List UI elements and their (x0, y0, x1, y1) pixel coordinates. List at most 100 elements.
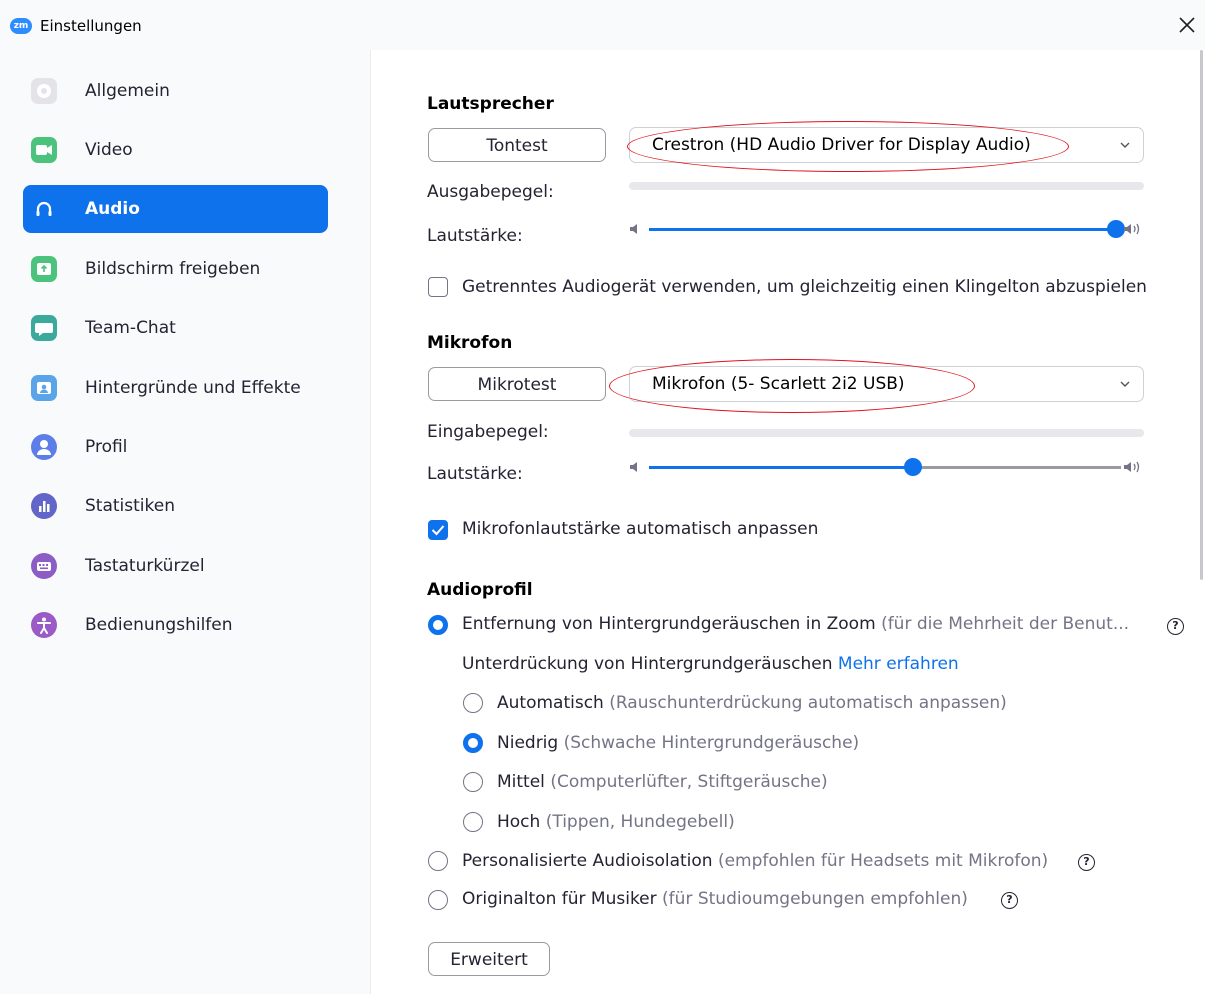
original-sound-radio[interactable] (428, 890, 448, 910)
separate-device-label: Getrenntes Audiogerät verwenden, um glei… (462, 277, 1147, 297)
level-hoch-option: Hoch (Tippen, Hundegebell) (497, 812, 735, 832)
option-label: Automatisch (497, 693, 604, 713)
option-label: Hoch (497, 812, 541, 832)
sidebar-item-tastaturkuerzel[interactable]: Tastaturkürzel (23, 542, 328, 590)
output-level-label: Ausgabepegel: (427, 182, 554, 202)
output-level-meter (629, 182, 1144, 190)
sidebar-item-label: Allgemein (85, 81, 170, 101)
advanced-button[interactable]: Erweitert (428, 942, 550, 976)
video-camera-icon (31, 137, 57, 163)
learn-more-link[interactable]: Mehr erfahren (838, 654, 959, 674)
sidebar-item-bedienungshilfen[interactable]: Bedienungshilfen (23, 601, 328, 649)
suppression-text: Unterdrückung von Hintergrundgeräuschen (462, 654, 833, 674)
auto-adjust-checkbox[interactable] (428, 520, 448, 540)
auto-adjust-label: Mikrofonlautstärke automatisch anpassen (462, 519, 819, 539)
option-label: Mittel (497, 772, 545, 792)
input-level-label: Eingabepegel: (427, 422, 549, 442)
level-mittel-option: Mittel (Computerlüfter, Stiftgeräusche) (497, 772, 828, 792)
title-bar: zm Einstellungen (0, 0, 1205, 50)
sidebar-item-label: Bedienungshilfen (85, 615, 233, 635)
level-automatisch-option: Automatisch (Rauschunterdrückung automat… (497, 693, 1007, 713)
sidebar-item-video[interactable]: Video (23, 126, 328, 174)
chat-bubble-icon (31, 315, 57, 341)
volume-low-icon (630, 224, 637, 234)
option-label: Originalton für Musiker (462, 889, 657, 909)
sidebar: Allgemein Video Audio Bildschirm freigeb… (0, 50, 371, 994)
option-hint: (Tippen, Hundegebell) (545, 812, 735, 832)
zoom-noise-removal-radio[interactable] (428, 615, 448, 635)
microphone-section-title: Mikrofon (427, 333, 513, 353)
speaker-volume-label: Lautstärke: (427, 226, 523, 246)
option-hint: (für Studioumgebungen empfohlen) (662, 889, 968, 909)
sidebar-item-label: Audio (85, 199, 140, 219)
sidebar-item-allgemein[interactable]: Allgemein (23, 67, 328, 115)
help-icon[interactable]: ? (1167, 618, 1184, 635)
microphone-volume-label: Lautstärke: (427, 464, 523, 484)
option-hint: (Rauschunterdrückung automatisch anpasse… (609, 693, 1007, 713)
share-screen-icon (31, 256, 57, 282)
personalized-isolation-option: Personalisierte Audioisolation (empfohle… (462, 851, 1048, 871)
option-hint: (Schwache Hintergrundgeräusche) (563, 733, 860, 753)
microphone-test-button[interactable]: Mikrotest (428, 367, 606, 401)
option-hint: (empfohlen für Headsets mit Mikrofon) (717, 851, 1049, 871)
microphone-volume-slider[interactable] (649, 458, 1121, 476)
noise-suppression-label: Unterdrückung von Hintergrundgeräuschen … (462, 654, 959, 674)
chevron-down-icon (1120, 142, 1130, 148)
sidebar-item-label: Hintergründe und Effekte (85, 378, 301, 398)
help-icon[interactable]: ? (1078, 854, 1095, 871)
speaker-device-select[interactable]: Crestron (HD Audio Driver for Display Au… (629, 127, 1144, 163)
original-sound-option: Originalton für Musiker (für Studioumgeb… (462, 889, 968, 909)
personalized-isolation-radio[interactable] (428, 851, 448, 871)
profile-icon (31, 434, 57, 460)
sidebar-item-audio[interactable]: Audio (23, 185, 328, 233)
statistics-icon (31, 493, 57, 519)
level-hoch-radio[interactable] (463, 812, 483, 832)
sidebar-item-statistiken[interactable]: Statistiken (23, 482, 328, 530)
speaker-test-button[interactable]: Tontest (428, 128, 606, 162)
sidebar-item-label: Team-Chat (85, 318, 176, 338)
close-icon (1179, 17, 1195, 33)
level-automatisch-radio[interactable] (463, 693, 483, 713)
option-label: Personalisierte Audioisolation (462, 851, 713, 871)
scrollbar[interactable] (1200, 50, 1203, 580)
sidebar-item-label: Bildschirm freigeben (85, 259, 261, 279)
audio-profile-title: Audioprofil (427, 580, 533, 600)
gear-icon (31, 78, 57, 104)
microphone-volume-thumb[interactable] (904, 458, 922, 476)
microphone-device-select[interactable]: Mikrofon (5- Scarlett 2i2 USB) (629, 366, 1144, 402)
level-niedrig-radio[interactable] (463, 733, 483, 753)
separate-device-checkbox[interactable] (428, 277, 448, 297)
audio-settings-panel: Lautsprecher Tontest Crestron (HD Audio … (371, 50, 1205, 994)
sidebar-item-label: Profil (85, 437, 128, 457)
sidebar-item-profil[interactable]: Profil (23, 423, 328, 471)
microphone-device-value: Mikrofon (5- Scarlett 2i2 USB) (652, 374, 905, 394)
sidebar-item-label: Statistiken (85, 496, 175, 516)
sidebar-item-label: Tastaturkürzel (85, 556, 205, 576)
speaker-device-value: Crestron (HD Audio Driver for Display Au… (652, 135, 1031, 155)
sidebar-item-label: Video (85, 140, 133, 160)
checkmark-icon (431, 525, 445, 536)
level-mittel-radio[interactable] (463, 772, 483, 792)
window-title: Einstellungen (40, 17, 142, 35)
option-label: Niedrig (497, 733, 559, 753)
volume-high-icon (1124, 461, 1140, 473)
zoom-logo-icon: zm (10, 18, 32, 34)
speaker-volume-slider[interactable] (649, 220, 1125, 238)
keyboard-icon (31, 553, 57, 579)
option-hint: (Computerlüfter, Stiftgeräusche) (550, 772, 828, 792)
sidebar-item-team-chat[interactable]: Team-Chat (23, 304, 328, 352)
sidebar-item-bildschirm-freigeben[interactable]: Bildschirm freigeben (23, 245, 328, 293)
help-icon[interactable]: ? (1001, 892, 1018, 909)
sidebar-item-hintergruende[interactable]: Hintergründe und Effekte (23, 364, 328, 412)
zoom-noise-removal-option: Entfernung von Hintergrundgeräuschen in … (462, 614, 1129, 634)
close-button[interactable] (1175, 13, 1199, 37)
option-hint: (für die Mehrheit der Benut... (881, 614, 1130, 634)
chevron-down-icon (1120, 381, 1130, 387)
background-person-icon (31, 375, 57, 401)
volume-low-icon (630, 462, 637, 472)
volume-high-icon (1124, 223, 1140, 235)
option-label: Entfernung von Hintergrundgeräuschen in … (462, 614, 876, 634)
accessibility-icon (31, 612, 57, 638)
headphones-icon (31, 196, 57, 222)
level-niedrig-option: Niedrig (Schwache Hintergrundgeräusche) (497, 733, 859, 753)
